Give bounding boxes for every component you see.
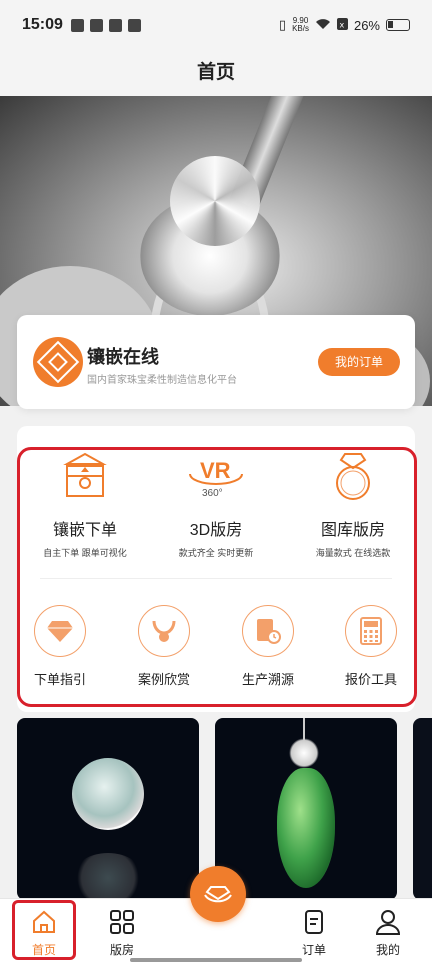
tab-home[interactable]: 首页 bbox=[14, 909, 74, 958]
menu-item-order-guide[interactable]: 下单指引 bbox=[10, 605, 110, 688]
battery-percent: 26% bbox=[353, 17, 380, 33]
mail-icon bbox=[70, 18, 84, 32]
menu-item-label: 生产溯源 bbox=[241, 672, 294, 687]
brand-subtitle: 国内首家珠宝柔性制造信息化平台 bbox=[87, 375, 237, 386]
play-icon bbox=[89, 18, 103, 32]
calculator-icon bbox=[345, 605, 397, 657]
product-card-jade-ring[interactable] bbox=[17, 718, 199, 900]
product-card-peek[interactable] bbox=[413, 718, 432, 900]
menu-item-inlay-order[interactable]: 镶嵌下单 自主下单 跟单可视化 bbox=[20, 452, 150, 559]
menu-item-desc: 自主下单 跟单可视化 bbox=[43, 548, 127, 558]
diamond-icon bbox=[34, 605, 86, 657]
home-icon bbox=[31, 909, 57, 935]
menu-item-label: 下单指引 bbox=[33, 672, 86, 687]
necklace-icon bbox=[138, 605, 190, 657]
vibrate-icon: ▯ bbox=[278, 17, 287, 32]
menu-item-gallery-studio[interactable]: 图库版房 海量款式 在线选款 bbox=[288, 452, 418, 559]
menu-item-label: 镶嵌下单 bbox=[52, 522, 117, 539]
network-speed: 9.90 KB/s bbox=[292, 16, 309, 33]
menu-item-production-trace[interactable]: 生产溯源 bbox=[218, 605, 318, 688]
menu-item-label: 案例欣赏 bbox=[137, 672, 190, 687]
wifi-icon bbox=[315, 18, 331, 33]
status-bar: 15:09 ▯ 9.90 KB/s x 26% bbox=[0, 0, 432, 50]
brand-title: 镶嵌在线 bbox=[87, 347, 159, 367]
diamond-ring-image bbox=[170, 156, 260, 246]
menu-item-case-showcase[interactable]: 案例欣赏 bbox=[114, 605, 214, 688]
menu-item-desc: 海量款式 在线选款 bbox=[315, 548, 391, 558]
product-card-jade-pendant[interactable] bbox=[215, 718, 397, 900]
center-ring-button[interactable] bbox=[190, 866, 246, 922]
sim-icon: x bbox=[336, 17, 348, 33]
menu-item-label: 报价工具 bbox=[344, 672, 397, 687]
menu-item-desc: 款式齐全 实时更新 bbox=[178, 548, 254, 558]
jade-ring-image bbox=[72, 758, 144, 830]
menu-item-label: 图库版房 bbox=[320, 522, 385, 539]
svg-text:VR: VR bbox=[200, 458, 231, 483]
menu-item-label: 3D版房 bbox=[189, 522, 243, 539]
ring-box-icon bbox=[55, 452, 115, 502]
brand-card: 镶嵌在线 国内首家珠宝柔性制造信息化平台 我的订单 bbox=[17, 315, 415, 409]
battery-icon bbox=[386, 19, 410, 31]
menu-item-quote-tool[interactable]: 报价工具 bbox=[321, 605, 421, 688]
tab-profile[interactable]: 我的 bbox=[358, 909, 418, 958]
svg-text:360°: 360° bbox=[202, 488, 223, 499]
user-icon bbox=[375, 909, 401, 935]
brand-logo bbox=[33, 337, 83, 387]
tab-studio[interactable]: 版房 bbox=[92, 909, 152, 958]
wechat-icon bbox=[108, 18, 122, 32]
svg-text:x: x bbox=[339, 20, 344, 29]
menu-divider bbox=[40, 578, 392, 579]
page-title: 首页 bbox=[0, 50, 432, 96]
grid-icon bbox=[109, 909, 135, 935]
vr-360-icon: VR 360° bbox=[186, 452, 246, 502]
menu-item-3d-studio[interactable]: VR 360° 3D版房 款式齐全 实时更新 bbox=[151, 452, 281, 559]
my-orders-button[interactable]: 我的订单 bbox=[318, 348, 400, 376]
home-indicator bbox=[130, 958, 302, 962]
ring-icon bbox=[204, 886, 232, 903]
diamond-ring-icon bbox=[323, 452, 383, 502]
tab-orders[interactable]: 订单 bbox=[284, 909, 344, 958]
document-icon bbox=[301, 909, 327, 935]
app-icon bbox=[127, 18, 141, 32]
status-time: 15:09 bbox=[22, 16, 63, 33]
jade-pendant-image bbox=[277, 768, 335, 888]
document-clock-icon bbox=[242, 605, 294, 657]
